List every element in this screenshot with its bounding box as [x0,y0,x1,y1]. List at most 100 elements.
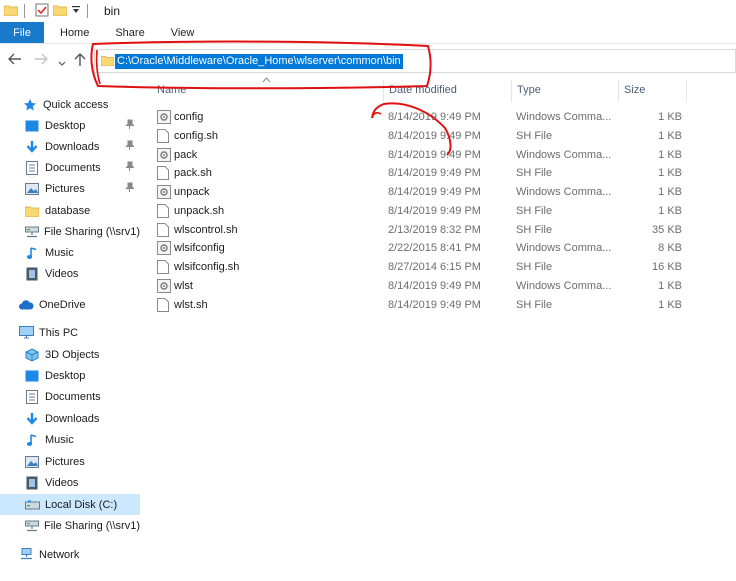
sidebar-item-this-pc[interactable]: This PC [0,322,140,343]
file-name: wlst [174,280,193,292]
column-divider[interactable] [383,80,384,102]
pin-icon[interactable] [125,161,135,175]
column-divider[interactable] [618,80,619,102]
tab-home[interactable]: Home [44,22,102,43]
sidebar-item-file-sharing-pc[interactable]: File Sharing (\\srv1) [0,515,140,536]
sidebar-item-documents[interactable]: Documents [0,157,140,178]
videos-icon [24,266,40,282]
file-row[interactable]: config 8/14/2019 9:49 PM Windows Comma..… [154,108,686,127]
sidebar-item-videos-pc[interactable]: Videos [0,472,140,493]
file-type: SH File [516,224,553,236]
sidebar-item-label: 3D Objects [45,348,100,361]
forward-arrow-icon[interactable] [34,53,48,67]
file-size: 1 KB [658,299,682,311]
file-icon [157,298,169,315]
folder-icon [24,203,40,219]
column-header-type[interactable]: Type [517,84,541,100]
cube-icon [24,347,40,363]
file-type: SH File [516,205,553,217]
sidebar-item-3d-objects[interactable]: 3D Objects [0,344,140,365]
sidebar-item-database[interactable]: database [0,200,140,221]
sidebar-item-label: Music [45,246,74,259]
back-arrow-icon[interactable] [8,53,22,67]
download-arrow-icon [24,139,40,155]
sidebar-item-desktop-pc[interactable]: Desktop [0,365,140,386]
recent-locations-chevron-icon[interactable] [58,55,66,69]
up-arrow-icon[interactable] [74,53,86,68]
sidebar-item-quick-access[interactable]: Quick access [0,94,140,115]
sidebar-item-label: File Sharing (\\srv1) [44,225,140,238]
file-date: 8/14/2019 9:49 PM [388,205,481,217]
new-folder-icon[interactable] [52,4,68,19]
address-path-input[interactable]: C:\Oracle\Middleware\Oracle_Home\wlserve… [115,54,403,69]
sidebar-item-local-disk[interactable]: Local Disk (C:) [0,494,140,515]
column-header-date-modified[interactable]: Date modified [389,84,457,100]
file-size: 1 KB [658,280,682,292]
column-header-size[interactable]: Size [624,84,645,100]
sidebar-item-pictures-pc[interactable]: Pictures [0,451,140,472]
sidebar-item-file-sharing[interactable]: File Sharing (\\srv1) [0,221,140,242]
column-divider[interactable] [511,80,512,102]
file-row[interactable]: wlst.sh 8/14/2019 9:49 PM SH File 1 KB [154,296,686,315]
sidebar-item-pictures[interactable]: Pictures [0,178,140,199]
sidebar-item-downloads[interactable]: Downloads [0,136,140,157]
file-row[interactable]: wlsifconfig 2/22/2015 8:41 PM Windows Co… [154,239,686,258]
file-date: 8/27/2014 6:15 PM [388,261,481,273]
navigation-pane: Quick access Desktop Downloads Documents… [0,94,140,581]
file-row[interactable]: unpack 8/14/2019 9:49 PM Windows Comma..… [154,183,686,202]
file-icon [157,223,169,240]
file-row[interactable]: config.sh 8/14/2019 9:49 PM SH File 1 KB [154,127,686,146]
file-size: 8 KB [658,242,682,254]
sidebar-item-downloads-pc[interactable]: Downloads [0,408,140,429]
videos-icon [24,475,40,491]
sidebar-item-network[interactable]: Network [0,544,140,565]
sidebar-item-label: Desktop [45,369,86,382]
sidebar-item-music-pc[interactable]: Music [0,429,140,450]
network-icon [18,547,34,563]
file-row[interactable]: wlst 8/14/2019 9:49 PM Windows Comma... … [154,277,686,296]
folder-icon [3,4,19,19]
sidebar-item-desktop[interactable]: Desktop [0,115,140,136]
customize-dropdown-icon[interactable] [71,5,81,18]
sidebar-item-label: database [45,204,91,217]
desktop-folder-icon [24,368,40,384]
file-name: pack.sh [174,167,212,179]
sidebar-item-label: Documents [45,161,101,174]
file-size: 1 KB [658,130,682,142]
cloud-icon [18,297,34,313]
tab-file[interactable]: File [0,22,44,43]
tab-view[interactable]: View [158,22,208,43]
tab-share[interactable]: Share [102,22,157,43]
file-type: Windows Comma... [516,280,612,292]
file-row[interactable]: unpack.sh 8/14/2019 9:49 PM SH File 1 KB [154,202,686,221]
file-row[interactable]: pack 8/14/2019 9:49 PM Windows Comma... … [154,146,686,165]
title-bar: bin [0,0,736,22]
ribbon-tabs: File Home Share View [0,22,736,44]
address-bar[interactable]: C:\Oracle\Middleware\Oracle_Home\wlserve… [94,49,736,73]
file-row[interactable]: pack.sh 8/14/2019 9:49 PM SH File 1 KB [154,164,686,183]
folder-icon [100,55,115,69]
file-row[interactable]: wlsifconfig.sh 8/27/2014 6:15 PM SH File… [154,258,686,277]
network-drive-icon [24,518,39,534]
file-name: config.sh [174,130,219,142]
properties-icon[interactable] [35,3,49,20]
file-size: 16 KB [652,261,682,273]
file-row[interactable]: wlscontrol.sh 2/13/2019 8:32 PM SH File … [154,221,686,240]
pin-icon[interactable] [125,119,135,133]
sidebar-item-label: Quick access [43,98,109,111]
file-type: Windows Comma... [516,186,612,198]
sidebar-item-label: Pictures [45,455,85,468]
sidebar-item-onedrive[interactable]: OneDrive [0,294,140,315]
sidebar-item-music[interactable]: Music [0,242,140,263]
computer-icon [18,325,34,341]
sidebar-item-videos[interactable]: Videos [0,263,140,284]
pin-icon[interactable] [125,140,135,154]
column-header-name[interactable]: Name [157,84,186,100]
file-icon [157,260,169,277]
sidebar-item-label: Downloads [45,140,100,153]
cmd-file-icon [157,110,171,127]
column-divider[interactable] [686,80,687,102]
file-date: 8/14/2019 9:49 PM [388,130,481,142]
pin-icon[interactable] [125,182,135,196]
sidebar-item-documents-pc[interactable]: Documents [0,386,140,407]
